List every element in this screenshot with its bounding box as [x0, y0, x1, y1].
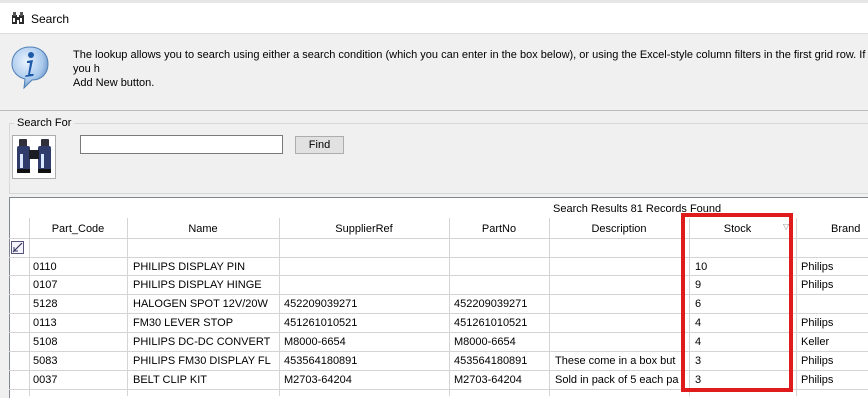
- title-bar: Search: [0, 3, 868, 34]
- cell-name[interactable]: HALOGEN SPOT 12V/20W: [133, 295, 277, 313]
- cell-supplier-ref[interactable]: [284, 276, 447, 294]
- cell-brand[interactable]: Philips: [801, 352, 867, 370]
- search-for-label: Search For: [14, 117, 75, 129]
- cell-brand[interactable]: Philips: [801, 314, 867, 332]
- cell-brand[interactable]: Keller: [801, 333, 867, 351]
- cell-part-code[interactable]: 0107: [33, 276, 125, 294]
- cell-part-code[interactable]: 0110: [33, 258, 125, 276]
- search-input[interactable]: [80, 135, 283, 154]
- cell-name[interactable]: PHILIPS DC-DC CONVERT: [133, 333, 277, 351]
- cell-part-code[interactable]: 0037: [33, 371, 125, 389]
- column-header-name[interactable]: Name: [127, 219, 279, 239]
- cell-description[interactable]: These come in a box but: [555, 352, 687, 370]
- filter-glyph-icon: [12, 242, 23, 253]
- cell-part-no[interactable]: 453564180891: [454, 352, 547, 370]
- cell-description[interactable]: [555, 333, 687, 351]
- cell-supplier-ref[interactable]: [284, 258, 447, 276]
- cell-brand[interactable]: Philips: [801, 258, 867, 276]
- binoculars-icon: [17, 139, 51, 173]
- cell-part-code[interactable]: 5108: [33, 333, 125, 351]
- cell-part-code[interactable]: 0113: [33, 314, 125, 332]
- cell-brand[interactable]: [801, 295, 867, 313]
- cell-part-code[interactable]: 5128: [33, 295, 125, 313]
- find-button[interactable]: Find: [295, 136, 344, 154]
- cell-description[interactable]: [555, 258, 687, 276]
- cell-supplier-ref[interactable]: 453564180891: [284, 352, 447, 370]
- stock-column-highlight: [681, 213, 793, 392]
- cell-description[interactable]: Sold in pack of 5 each pa: [555, 371, 687, 389]
- cell-supplier-ref[interactable]: M2703-64204: [284, 371, 447, 389]
- info-icon: [11, 46, 49, 90]
- cell-name[interactable]: FM30 LEVER STOP: [133, 314, 277, 332]
- column-header-description[interactable]: Description: [549, 219, 689, 239]
- cell-description[interactable]: [555, 295, 687, 313]
- binoculars-icon: [12, 12, 24, 24]
- cell-part-no[interactable]: [454, 276, 547, 294]
- cell-description[interactable]: [555, 276, 687, 294]
- cell-supplier-ref[interactable]: 451261010521: [284, 314, 447, 332]
- cell-part-no[interactable]: M2703-64204: [454, 371, 547, 389]
- window-title: Search: [31, 12, 70, 26]
- cell-description[interactable]: [555, 314, 687, 332]
- info-panel: The lookup allows you to search using ei…: [0, 36, 868, 111]
- cell-brand[interactable]: Philips: [801, 371, 867, 389]
- cell-name[interactable]: BELT CLIP KIT: [133, 371, 277, 389]
- cell-part-no[interactable]: [454, 258, 547, 276]
- cell-supplier-ref[interactable]: M8000-6654: [284, 333, 447, 351]
- column-header-part-code[interactable]: Part_Code: [29, 219, 127, 239]
- search-for-group: Search For: [9, 117, 868, 194]
- cell-part-no[interactable]: 452209039271: [454, 295, 547, 313]
- cell-name[interactable]: PHILIPS FM30 DISPLAY FL: [133, 352, 277, 370]
- filter-row-icon[interactable]: [11, 241, 24, 254]
- cell-supplier-ref[interactable]: 452209039271: [284, 295, 447, 313]
- group-frame: [9, 123, 868, 194]
- cell-part-code[interactable]: 5083: [33, 352, 125, 370]
- info-text: The lookup allows you to search using ei…: [73, 49, 866, 89]
- cell-brand[interactable]: Philips: [801, 276, 867, 294]
- search-binoculars-button[interactable]: [12, 135, 56, 179]
- cell-part-no[interactable]: M8000-6654: [454, 333, 547, 351]
- cell-part-no[interactable]: 451261010521: [454, 314, 547, 332]
- column-header-supplier-ref[interactable]: SupplierRef: [279, 219, 449, 239]
- cell-name[interactable]: PHILIPS DISPLAY PIN: [133, 258, 277, 276]
- column-header-part-no[interactable]: PartNo: [449, 219, 549, 239]
- cell-name[interactable]: PHILIPS DISPLAY HINGE: [133, 276, 277, 294]
- column-header-brand[interactable]: Brand: [800, 219, 868, 239]
